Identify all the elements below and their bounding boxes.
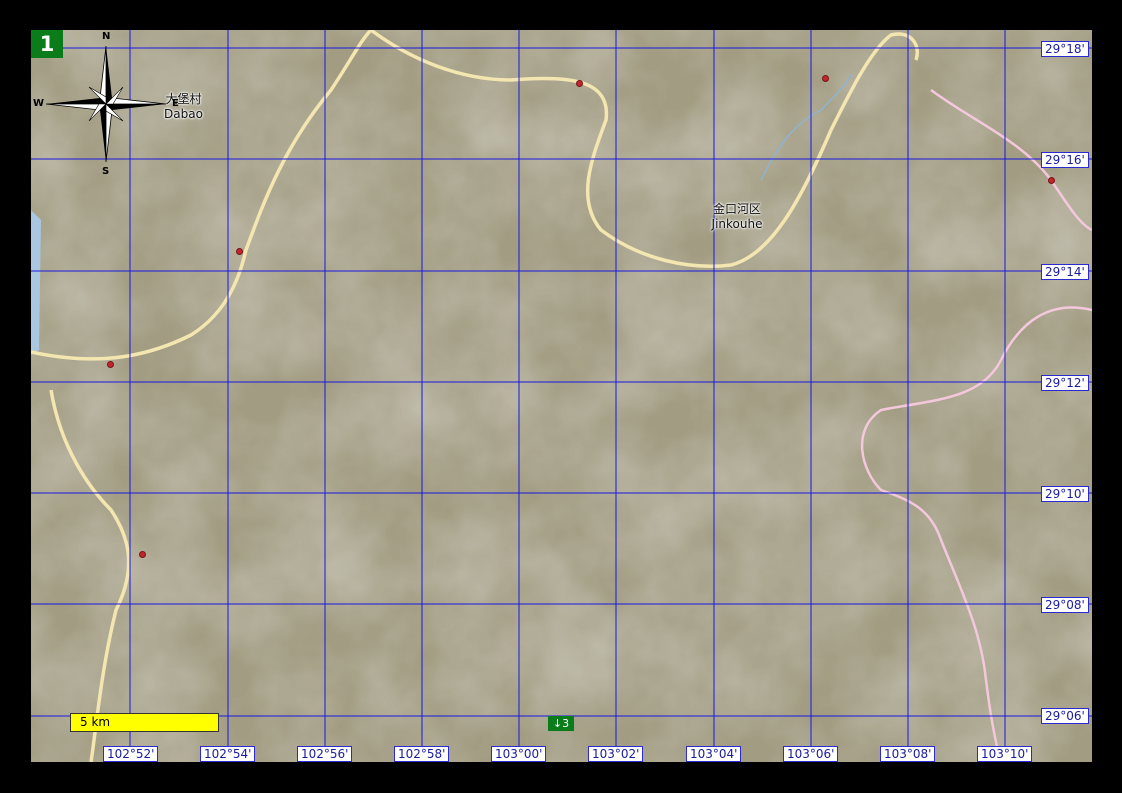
longitude-label: 102°52' [103,746,159,762]
longitude-label: 103°06' [783,746,839,762]
scale-bar: 5 km [70,713,219,732]
latitude-label: 29°16' [1041,152,1089,168]
poi-marker[interactable] [139,551,146,558]
latitude-label: 29°18' [1041,41,1089,57]
compass-south: S [102,166,110,177]
compass-east: E [172,98,179,109]
poi-marker[interactable] [1048,177,1055,184]
longitude-label: 103°08' [880,746,936,762]
place-label-jinkouhe[interactable]: 金口河区 Jinkouhe [701,202,773,232]
topographic-map[interactable]: 大堡村 Dabao 金口河区 Jinkouhe [31,30,1092,762]
place-latin-name: Jinkouhe [711,217,763,231]
latitude-label: 29°06' [1041,708,1089,724]
longitude-label: 103°04' [686,746,742,762]
latitude-label: 29°14' [1041,264,1089,280]
grid-lines [31,30,1092,762]
next-page-link[interactable]: ↓3 [548,716,574,731]
poi-marker[interactable] [576,80,583,87]
poi-marker[interactable] [822,75,829,82]
place-native-name: 金口河区 [712,202,761,216]
latitude-label: 29°08' [1041,597,1089,613]
compass-star-icon [45,45,167,163]
latitude-label: 29°10' [1041,486,1089,502]
compass-rose: N S E W [33,31,179,178]
compass-north: N [102,31,111,42]
compass-west: W [33,98,45,109]
poi-marker[interactable] [107,361,114,368]
latitude-label: 29°12' [1041,375,1089,391]
scale-bar-label: 5 km [80,715,111,729]
graticule [31,30,1092,762]
longitude-label: 103°02' [588,746,644,762]
longitude-label: 102°54' [200,746,256,762]
longitude-label: 102°56' [297,746,353,762]
longitude-label: 103°00' [491,746,547,762]
longitude-label: 103°10' [977,746,1033,762]
longitude-label: 102°58' [394,746,450,762]
poi-marker[interactable] [236,248,243,255]
